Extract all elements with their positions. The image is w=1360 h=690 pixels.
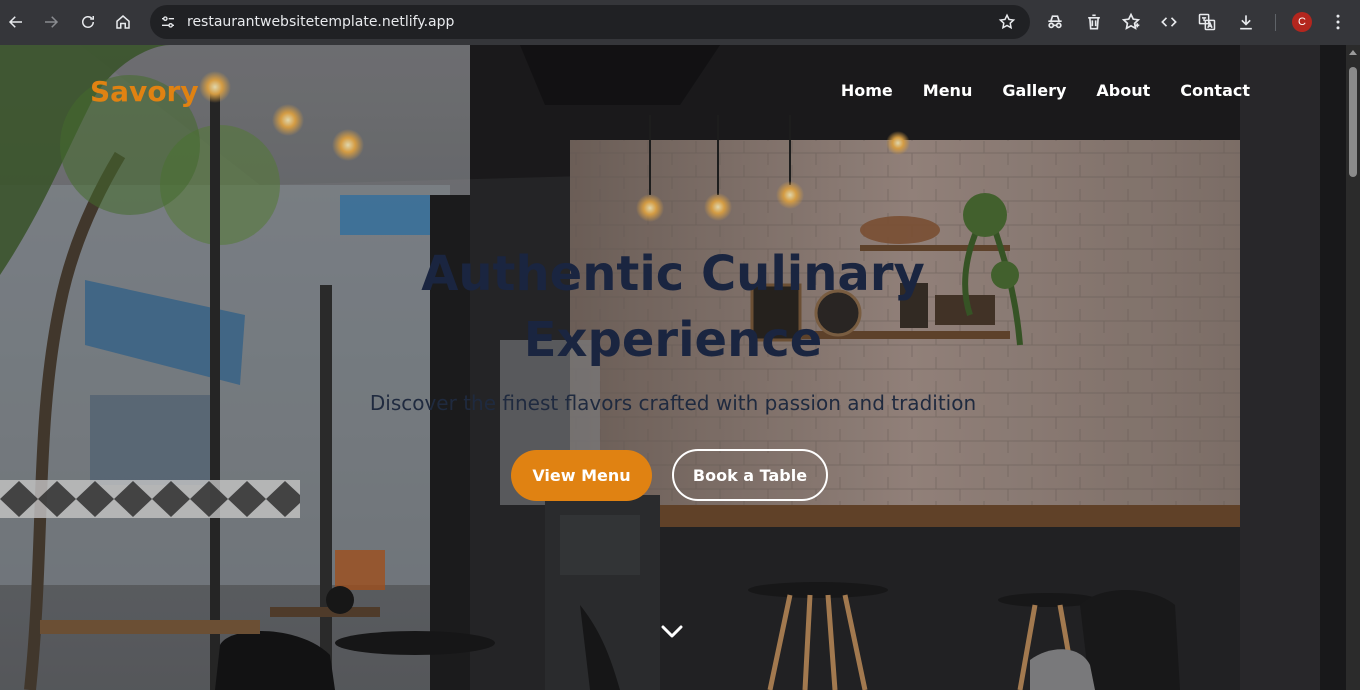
hero-title-line2: Experience [523, 312, 823, 368]
translate-icon[interactable] [1197, 12, 1217, 32]
web-page: Savory Home Menu Gallery About Contact A… [0, 45, 1346, 690]
book-table-button[interactable]: Book a Table [672, 449, 828, 501]
chevron-down-icon[interactable] [660, 623, 684, 641]
nav-gallery[interactable]: Gallery [1002, 81, 1066, 100]
favorites-icon[interactable] [1121, 12, 1141, 32]
scroll-up-arrow-icon[interactable] [1349, 50, 1357, 55]
incognito-icon[interactable] [1045, 12, 1065, 32]
download-icon[interactable] [1236, 12, 1256, 32]
site-info-icon[interactable] [160, 14, 176, 30]
back-icon[interactable] [5, 11, 27, 33]
nav-about[interactable]: About [1096, 81, 1150, 100]
nav-menu[interactable]: Menu [923, 81, 973, 100]
page-scrollbar[interactable] [1346, 45, 1360, 690]
nav-contact[interactable]: Contact [1180, 81, 1250, 100]
scrollbar-thumb[interactable] [1349, 67, 1357, 177]
url-text[interactable]: restaurantwebsitetemplate.netlify.app [187, 14, 454, 30]
home-icon[interactable] [112, 11, 134, 33]
hero-subtitle: Discover the finest flavors crafted with… [369, 391, 977, 415]
address-bar[interactable]: restaurantwebsitetemplate.netlify.app [150, 5, 1030, 39]
forward-icon[interactable] [40, 11, 62, 33]
toolbar-separator [1275, 14, 1276, 31]
profile-avatar[interactable]: C [1292, 12, 1312, 32]
menu-dots-icon[interactable] [1328, 12, 1348, 32]
nav-home[interactable]: Home [841, 81, 893, 100]
browser-toolbar: restaurantwebsitetemplate.netlify.app C [0, 0, 1360, 45]
main-nav: Home Menu Gallery About Contact [841, 81, 1250, 100]
hero-title: Authentic Culinary Experience [0, 241, 1346, 373]
hero-title-line1: Authentic Culinary [421, 246, 925, 302]
bookmark-star-icon[interactable] [998, 13, 1016, 31]
code-icon[interactable] [1159, 12, 1179, 32]
trash-icon[interactable] [1084, 12, 1104, 32]
site-logo[interactable]: Savory [90, 75, 199, 108]
view-menu-button[interactable]: View Menu [511, 450, 652, 501]
reload-icon[interactable] [77, 11, 99, 33]
